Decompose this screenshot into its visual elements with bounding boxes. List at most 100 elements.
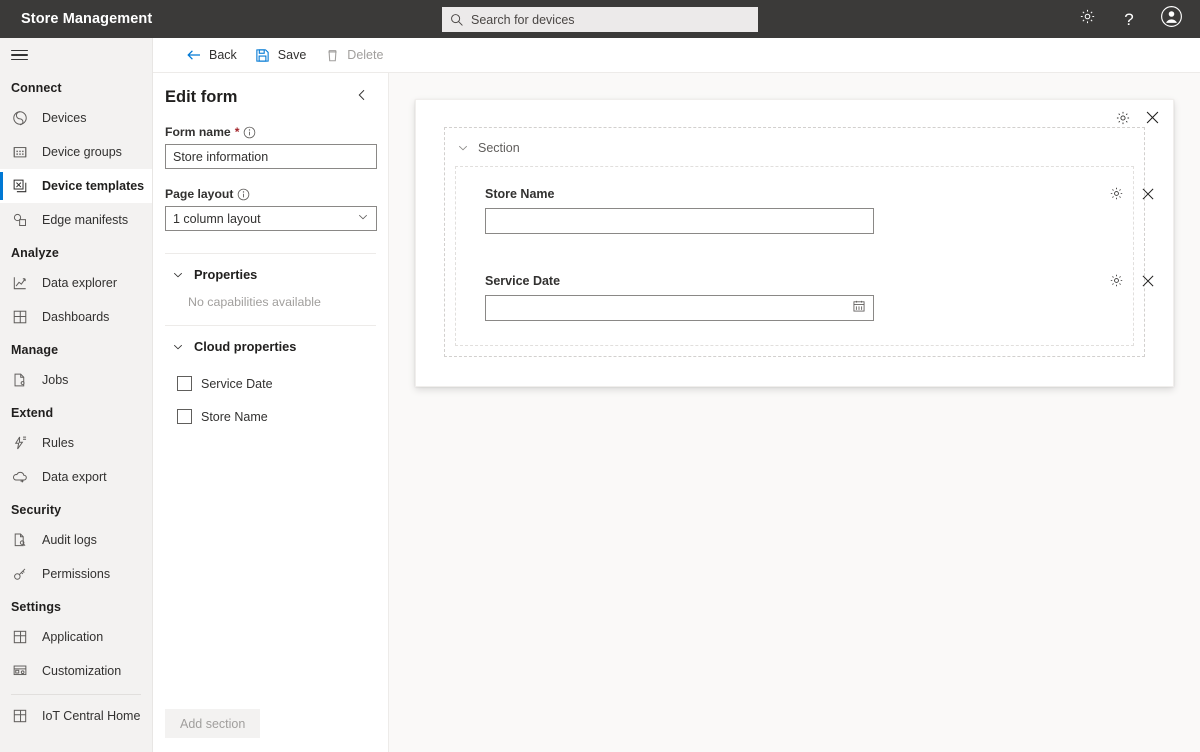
search-placeholder: Search for devices — [471, 12, 575, 27]
sidebar-item-label: Edge manifests — [42, 213, 129, 227]
chevron-down-icon — [457, 142, 469, 154]
field-close-button[interactable] — [1139, 185, 1156, 202]
delete-label: Delete — [347, 48, 384, 62]
account-button[interactable] — [1152, 0, 1190, 38]
save-button[interactable]: Save — [246, 39, 316, 71]
field-tools — [1108, 272, 1156, 289]
info-circle-icon[interactable] — [237, 188, 250, 201]
sidebar-item-device-groups[interactable]: Device groups — [0, 135, 152, 169]
section-name: Section — [478, 141, 520, 155]
sidebar-item-label: Rules — [42, 436, 74, 450]
edit-form-body: Form name * Store information Page layou… — [153, 107, 388, 709]
application-icon — [11, 628, 29, 646]
sidebar-item-application[interactable]: Application — [0, 620, 152, 654]
add-section-button[interactable]: Add section — [165, 709, 261, 738]
required-marker: * — [234, 125, 240, 139]
form-name-value: Store information — [173, 149, 269, 164]
info-circle-icon[interactable] — [243, 126, 256, 139]
form-name-input[interactable]: Store information — [165, 144, 377, 169]
edit-form-footer: Add section — [153, 709, 388, 752]
edit-form-header: Edit form — [153, 73, 388, 107]
sidebar-item-edge-manifests[interactable]: Edge manifests — [0, 203, 152, 237]
sidebar-item-devices[interactable]: Devices — [0, 101, 152, 135]
settings-button[interactable] — [1068, 0, 1106, 38]
sidebar-item-label: Audit logs — [42, 533, 97, 547]
sidebar-group-security: Security — [11, 503, 62, 517]
section-header[interactable]: Section — [445, 138, 1144, 155]
field-settings-button[interactable] — [1108, 185, 1125, 202]
field-spacer — [456, 242, 1133, 266]
field-close-button[interactable] — [1139, 272, 1156, 289]
sidebar-item-label: Data export — [42, 470, 107, 484]
capability-checkbox-row[interactable]: Service Date — [165, 367, 376, 400]
checkbox-store-name[interactable] — [177, 409, 192, 424]
search-input[interactable]: Search for devices — [442, 7, 758, 32]
section-settings-button[interactable] — [1114, 109, 1131, 126]
sidebar-item-label: Devices — [42, 111, 87, 125]
sidebar-item-data-export[interactable]: Data export — [0, 460, 152, 494]
form-canvas: Section Store Name Service Date — [389, 73, 1200, 752]
hamburger-menu-button[interactable] — [0, 38, 152, 72]
chevron-left-icon — [355, 88, 369, 107]
search-icon — [450, 13, 464, 27]
sidebar-item-label: IoT Central Home — [42, 709, 141, 723]
sidebar-item-iot-central-home[interactable]: IoT Central Home — [0, 699, 152, 733]
calendar-icon[interactable] — [852, 299, 866, 318]
checkbox-service-date[interactable] — [177, 376, 192, 391]
dashboards-icon — [11, 308, 29, 326]
checkbox-label: Store Name — [201, 409, 268, 424]
sidebar-item-permissions[interactable]: Permissions — [0, 557, 152, 591]
chevron-down-icon — [357, 211, 369, 226]
app-title: Store Management — [21, 11, 153, 27]
section-close-button[interactable] — [1144, 109, 1161, 126]
edit-form-panel: Edit form Form name * Store information … — [153, 73, 389, 752]
accordion-properties[interactable]: Properties — [165, 254, 376, 295]
sidebar-item-customization[interactable]: Customization — [0, 654, 152, 688]
audit-logs-icon — [11, 531, 29, 549]
chevron-down-icon — [172, 269, 184, 281]
sidebar-item-label: Customization — [42, 664, 122, 678]
accordion-cloud-properties[interactable]: Cloud properties — [165, 326, 376, 367]
page-layout-select[interactable]: 1 column layout — [165, 206, 377, 231]
sidebar-item-device-templates[interactable]: Device templates — [0, 169, 152, 203]
sidebar-item-label: Jobs — [42, 373, 69, 387]
sidebar-group-analyze: Analyze — [11, 246, 59, 260]
checkbox-label: Service Date — [201, 376, 273, 391]
chevron-down-icon — [172, 341, 184, 353]
sidebar-item-label: Data explorer — [42, 276, 118, 290]
sidebar-item-label: Device groups — [42, 145, 122, 159]
edge-manifests-icon — [11, 211, 29, 229]
sidebar-item-rules[interactable]: Rules — [0, 426, 152, 460]
data-explorer-icon — [11, 274, 29, 292]
sidebar-group-extend: Extend — [11, 406, 54, 420]
service-date-input[interactable] — [485, 295, 874, 321]
rules-icon — [11, 434, 29, 452]
page-layout-value: 1 column layout — [173, 211, 261, 226]
collapse-panel-button[interactable] — [354, 88, 370, 107]
page-layout-label: Page layout — [165, 187, 376, 201]
customization-icon — [11, 662, 29, 680]
sidebar-item-audit-logs[interactable]: Audit logs — [0, 523, 152, 557]
main-content: Back Save Delete Edit form Form name * S… — [153, 38, 1200, 752]
help-button[interactable]: ? — [1110, 0, 1148, 38]
page-layout-label-text: Page layout — [165, 187, 234, 201]
form-preview-card: Section Store Name Service Date — [415, 99, 1174, 387]
capability-checkbox-row[interactable]: Store Name — [165, 400, 376, 433]
iot-central-home-icon — [11, 707, 29, 725]
sidebar-item-data-explorer[interactable]: Data explorer — [0, 266, 152, 300]
field-label: Service Date — [485, 274, 561, 288]
form-field-service-date: Service Date — [456, 266, 1153, 329]
permissions-key-icon — [11, 565, 29, 583]
arrow-left-icon — [186, 47, 202, 63]
sidebar-item-dashboards[interactable]: Dashboards — [0, 300, 152, 334]
devices-icon — [11, 109, 29, 127]
sidebar-group-manage: Manage — [11, 343, 59, 357]
store-name-input[interactable] — [485, 208, 874, 234]
form-name-label: Form name * — [165, 125, 376, 139]
data-export-icon — [11, 468, 29, 486]
sidebar-item-label: Application — [42, 630, 104, 644]
delete-button[interactable]: Delete — [315, 39, 392, 71]
sidebar-item-jobs[interactable]: Jobs — [0, 363, 152, 397]
field-settings-button[interactable] — [1108, 272, 1125, 289]
back-button[interactable]: Back — [177, 39, 246, 71]
